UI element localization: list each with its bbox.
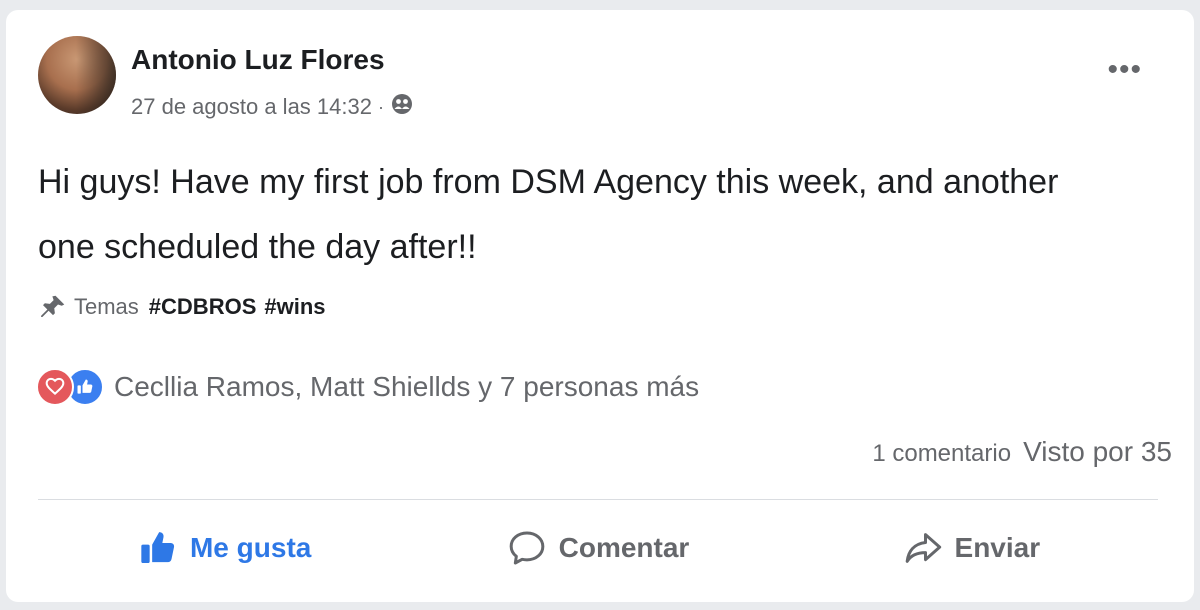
post-text: Hi guys! Have my first job from DSM Agen… [38,163,1059,266]
hashtag-link[interactable]: #wins [264,294,325,320]
avatar[interactable] [38,36,116,114]
reactions-summary[interactable]: Cecllia Ramos, Matt Shiellds y 7 persona… [36,368,699,406]
pin-icon [41,295,65,317]
action-bar: Me gusta Comentar Enviar [38,518,1158,578]
view-count[interactable]: Visto por 35 [1023,436,1172,468]
divider [38,499,1158,500]
like-label: Me gusta [189,532,312,563]
post-card: Antonio Luz Flores 27 de agosto a las 14… [6,10,1194,602]
more-options-button[interactable]: ••• [1107,55,1142,85]
topics-row: Temas #CDBROS #wins [38,292,334,322]
hashtag-link[interactable]: #CDBROS [149,294,257,320]
comment-count[interactable]: 1 comentario [872,440,1011,468]
comment-label: Comentar [558,532,690,563]
author-name[interactable]: Antonio Luz Flores [131,44,385,76]
comment-button[interactable]: Comentar [411,518,784,578]
share-button[interactable]: Enviar [785,518,1158,578]
comment-bubble-icon [509,531,544,565]
post-timestamp[interactable]: 27 de agosto a las 14:32 [131,94,372,120]
share-arrow-icon [905,533,941,563]
topics-label: Temas [74,294,139,319]
friends-audience-icon[interactable] [390,92,414,122]
like-button[interactable]: Me gusta [38,518,411,578]
heart-reaction-icon [36,368,74,406]
meta-separator: · [377,96,384,117]
post-meta: 27 de agosto a las 14:32 · [131,92,414,122]
reaction-names[interactable]: Cecllia Ramos, Matt Shiellds y 7 persona… [114,371,699,403]
thumbs-up-icon [141,532,175,563]
post-stats: 1 comentario Visto por 35 [872,436,1172,468]
avatar-shade [76,36,116,114]
share-label: Enviar [954,532,1041,563]
